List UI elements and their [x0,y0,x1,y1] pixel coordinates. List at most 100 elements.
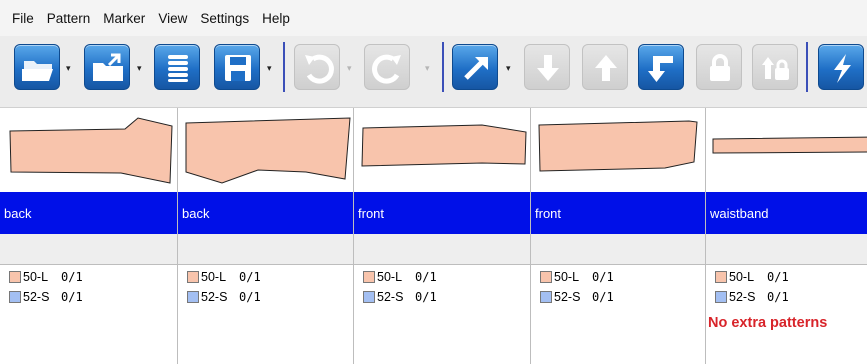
size-row[interactable]: 52-S 0/1 [531,287,705,307]
undo-icon [305,54,334,84]
save-dropdown-arrow[interactable]: ▾ [267,64,275,73]
size-row[interactable]: 50-L 0/1 [531,267,705,287]
size-count: 0/1 [767,290,789,304]
size-count: 0/1 [61,270,83,284]
pattern-title: front [354,192,530,234]
down-right-arrow-icon [648,56,673,82]
folder-upload-icon [93,53,123,81]
lightning-icon [834,54,851,83]
pattern-column[interactable]: back 50-L 0/1 52-S 0/1 [0,108,178,364]
list-icon [168,55,188,82]
size-row[interactable]: 52-S 0/1 [354,287,530,307]
save-icon [225,55,251,81]
size-color-swatch [715,291,727,303]
import-dropdown-arrow[interactable]: ▾ [137,64,145,73]
size-label: 50-L [201,270,227,284]
size-label: 52-S [201,290,228,304]
move-down-button[interactable] [524,44,570,90]
menu-marker[interactable]: Marker [103,11,145,26]
move-dropdown-arrow[interactable]: ▾ [506,64,514,73]
menu-help[interactable]: Help [262,11,290,26]
pattern-piece-preview [712,136,867,154]
toolbar: ▾ ▾ ▾ ▾ ▾ ▾ [0,36,867,108]
size-count: 0/1 [239,290,261,304]
pattern-title: front [531,192,705,234]
size-count: 0/1 [592,270,614,284]
size-color-swatch [187,271,199,283]
size-color-swatch [187,291,199,303]
size-label: 52-S [729,290,756,304]
pattern-title: waistband [706,192,867,234]
undo-button[interactable] [294,44,340,90]
diagonal-arrow-icon [464,57,488,80]
size-color-swatch [715,271,727,283]
toolbar-separator [283,42,285,92]
menu-bar: File Pattern Marker View Settings Help [0,0,867,36]
unlock-button[interactable] [752,44,798,90]
menu-file[interactable]: File [12,11,34,26]
pattern-column[interactable]: front 50-L 0/1 52-S 0/1 [354,108,531,364]
pattern-piece-preview [361,124,527,167]
size-row[interactable]: 50-L 0/1 [0,267,177,287]
size-label: 50-L [377,270,403,284]
pattern-column[interactable]: back 50-L 0/1 52-S 0/1 [178,108,354,364]
auto-nest-button[interactable] [818,44,864,90]
size-count: 0/1 [415,290,437,304]
pattern-piece-preview [185,117,351,184]
pattern-column[interactable]: front 50-L 0/1 52-S 0/1 [531,108,706,364]
redo-button[interactable] [364,44,410,90]
size-color-swatch [540,271,552,283]
size-list: 50-L 0/1 52-S 0/1 No extra patterns [706,264,867,364]
size-color-swatch [363,271,375,283]
move-up-button[interactable] [582,44,628,90]
menu-settings[interactable]: Settings [200,11,249,26]
open-button[interactable] [14,44,60,90]
up-lock-icon [762,57,789,80]
undo-dropdown-arrow[interactable]: ▾ [347,64,355,73]
size-count: 0/1 [239,270,261,284]
size-color-swatch [540,291,552,303]
size-label: 52-S [554,290,581,304]
size-row[interactable]: 50-L 0/1 [706,267,867,287]
menu-pattern[interactable]: Pattern [47,11,91,26]
size-row[interactable]: 52-S 0/1 [178,287,353,307]
pattern-column[interactable]: waistband 50-L 0/1 52-S 0/1 No extra pat… [706,108,867,364]
pattern-title: back [0,192,177,234]
list-button[interactable] [154,44,200,90]
size-row[interactable]: 52-S 0/1 [0,287,177,307]
open-dropdown-arrow[interactable]: ▾ [66,64,74,73]
size-list: 50-L 0/1 52-S 0/1 [0,264,177,364]
size-list: 50-L 0/1 52-S 0/1 [354,264,530,364]
lock-button[interactable] [696,44,742,90]
toolbar-separator [442,42,444,92]
move-button[interactable] [452,44,498,90]
place-button[interactable] [638,44,684,90]
size-label: 50-L [23,270,49,284]
size-label: 50-L [554,270,580,284]
size-list: 50-L 0/1 52-S 0/1 [531,264,705,364]
toolbar-separator [806,42,808,92]
open-folder-icon [22,61,53,81]
size-color-swatch [363,291,375,303]
size-row[interactable]: 50-L 0/1 [354,267,530,287]
size-label: 50-L [729,270,755,284]
size-count: 0/1 [61,290,83,304]
size-row[interactable]: 52-S 0/1 [706,287,867,307]
redo-icon [372,54,401,84]
pattern-title: back [178,192,353,234]
redo-dropdown-arrow[interactable]: ▾ [425,64,433,73]
size-color-swatch [9,271,21,283]
menu-view[interactable]: View [158,11,187,26]
size-count: 0/1 [767,270,789,284]
size-count: 0/1 [415,270,437,284]
size-list: 50-L 0/1 52-S 0/1 [178,264,353,364]
size-label: 52-S [377,290,404,304]
pattern-piece-preview [9,117,173,184]
no-extra-patterns-note: No extra patterns [708,315,828,331]
pattern-piece-preview [538,120,698,172]
size-label: 52-S [23,290,50,304]
size-row[interactable]: 50-L 0/1 [178,267,353,287]
import-button[interactable] [84,44,130,90]
save-button[interactable] [214,44,260,90]
arrow-up-icon [595,55,617,81]
